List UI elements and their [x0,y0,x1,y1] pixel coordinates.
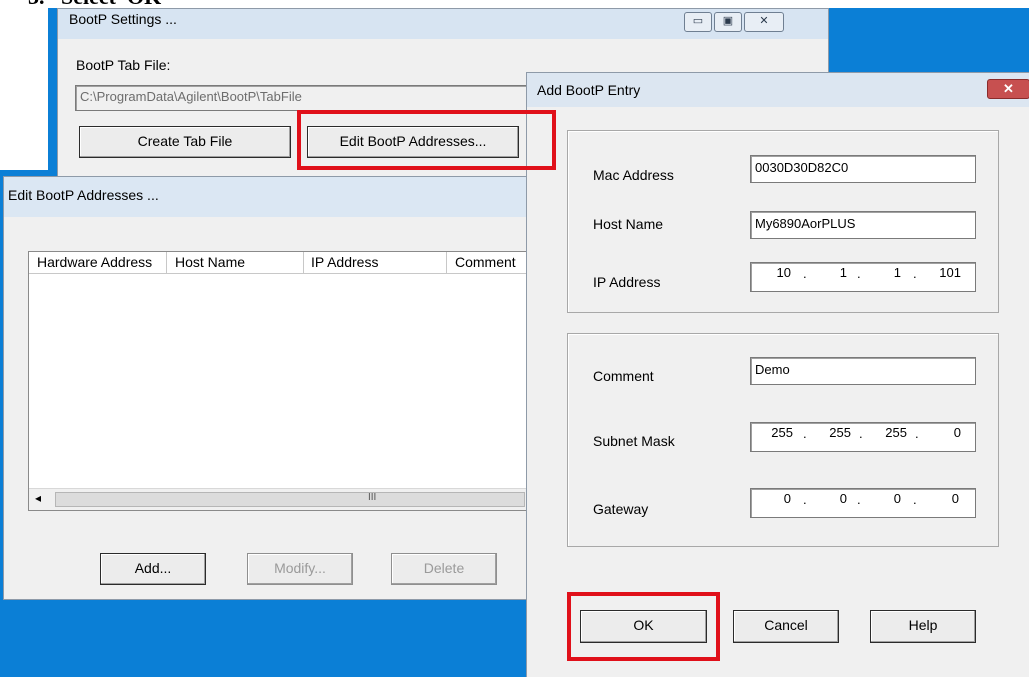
ip-octet-1[interactable]: 10 [751,265,791,280]
add-button[interactable]: Add... [100,553,206,585]
subnet-octet-3[interactable]: 255 [861,425,907,440]
gateway-label: Gateway [593,501,649,517]
ip-octet-3[interactable]: 1 [859,265,901,280]
maximize-icon: ▣ [722,15,734,27]
comment-input[interactable]: Demo [750,357,976,385]
mac-address-input[interactable]: 0030D30D82C0 [750,155,976,183]
tab-file-label: BootP Tab File: [76,57,171,73]
subnet-mask-input[interactable]: 255 . 255 . 255 . 0 [750,422,976,452]
mac-address-label: Mac Address [593,167,674,183]
cancel-button[interactable]: Cancel [733,610,839,643]
minimize-button[interactable]: ▭ [684,12,712,32]
ip-octet-4[interactable]: 101 [915,265,961,280]
gateway-octet-4[interactable]: 0 [915,491,959,506]
gateway-octet-2[interactable]: 0 [805,491,847,506]
subnet-octet-1[interactable]: 255 [751,425,793,440]
close-button[interactable]: ✕ [987,79,1029,99]
dialog-title: Add BootP Entry [537,82,641,98]
close-icon: ✕ [1003,81,1014,96]
subnet-mask-label: Subnet Mask [593,433,675,449]
horizontal-scrollbar[interactable]: ◂ III [29,488,527,510]
window-title: Edit BootP Addresses ... [8,187,159,203]
ip-address-input[interactable]: 10 . 1 . 1 . 101 [750,262,976,292]
maximize-button[interactable]: ▣ [714,12,742,32]
column-hardware-address[interactable]: Hardware Address [37,254,152,270]
column-comment[interactable]: Comment [455,254,516,270]
gateway-octet-3[interactable]: 0 [859,491,901,506]
ip-address-label: IP Address [593,274,661,290]
tab-file-path-field[interactable]: C:\ProgramData\Agilent\BootP\TabFile [75,85,527,111]
gateway-octet-1[interactable]: 0 [751,491,791,506]
edit-bootp-addresses-window: Edit BootP Addresses ... Hardware Addres… [3,176,543,600]
close-button[interactable]: ✕ [744,12,784,32]
instruction-heading: 3. Select OK [28,0,161,8]
scroll-left-icon[interactable]: ◂ [35,491,41,505]
subnet-octet-2[interactable]: 255 [805,425,851,440]
host-name-label: Host Name [593,216,664,232]
bootp-settings-titlebar[interactable]: BootP Settings ... ▭ ▣ ✕ [58,9,828,39]
add-entry-titlebar[interactable]: Add BootP Entry ✕ [527,73,1029,107]
scroll-grip-icon: III [368,492,377,503]
edit-addresses-titlebar[interactable]: Edit BootP Addresses ... [4,177,542,217]
delete-button[interactable]: Delete [391,553,497,585]
add-bootp-entry-dialog: Add BootP Entry ✕ Mac Address 0030D30D82… [526,72,1029,677]
window-title: BootP Settings ... [69,11,177,27]
gateway-input[interactable]: 0 . 0 . 0 . 0 [750,488,976,518]
comment-label: Comment [593,368,654,384]
host-name-input[interactable]: My6890AorPLUS [750,211,976,239]
minimize-icon: ▭ [692,15,704,27]
column-divider [303,252,304,274]
create-tab-file-button[interactable]: Create Tab File [79,126,291,158]
column-divider [446,252,447,274]
column-divider [166,252,167,274]
ip-octet-2[interactable]: 1 [805,265,847,280]
list-header: Hardware Address Host Name IP Address Co… [29,252,527,274]
help-button[interactable]: Help [870,610,976,643]
highlight-ok-button [567,592,720,661]
scroll-thumb[interactable]: III [55,492,525,507]
subnet-octet-4[interactable]: 0 [917,425,961,440]
column-ip-address[interactable]: IP Address [311,254,378,270]
close-icon: ✕ [759,15,769,27]
document-margin-left [0,0,48,170]
highlight-edit-button [297,110,556,170]
modify-button[interactable]: Modify... [247,553,353,585]
address-list[interactable]: Hardware Address Host Name IP Address Co… [28,251,528,511]
column-host-name[interactable]: Host Name [175,254,245,270]
